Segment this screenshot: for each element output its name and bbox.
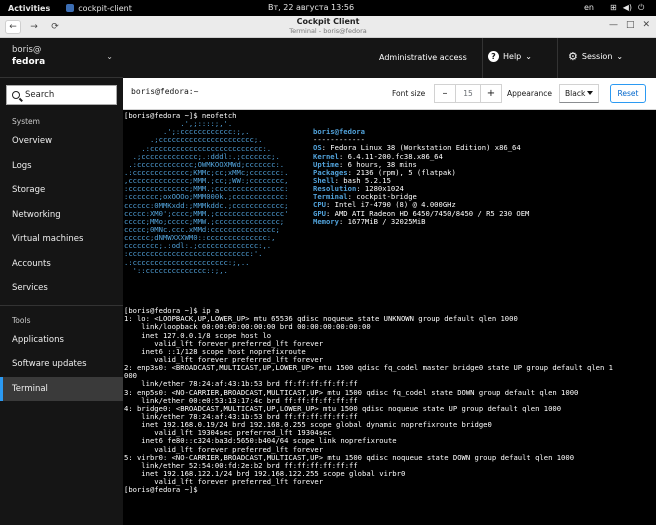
info-value: : 1677MiB / 32025MiB xyxy=(338,216,426,226)
power-icon: ⏻ xyxy=(637,3,645,12)
chevron-down-icon: ⌄ xyxy=(106,52,113,61)
appearance-select[interactable]: Black xyxy=(559,84,599,103)
font-size-decrease-button[interactable]: – xyxy=(435,85,455,102)
info-key: Memory xyxy=(313,216,339,226)
sidebar-divider xyxy=(0,304,123,306)
masthead-divider xyxy=(557,38,558,78)
font-size-value[interactable]: 15 xyxy=(455,85,481,102)
window-controls: — □ ✕ xyxy=(609,20,650,30)
window-titlebar: ← → ⟳ Cockpit Client Terminal - boris@fe… xyxy=(0,16,656,38)
clock[interactable]: Вт, 22 августа 13:56 xyxy=(268,3,354,12)
help-icon: ? xyxy=(488,51,499,62)
sidebar-item-accounts[interactable]: Accounts xyxy=(0,252,123,277)
session-menu-button[interactable]: ⚙ Session ⌄ xyxy=(568,51,623,62)
host-switcher[interactable]: boris@ fedora ⌄ xyxy=(0,38,123,78)
masthead: Administrative access ? Help ⌄ ⚙ Session… xyxy=(123,38,656,78)
minimize-icon[interactable]: — xyxy=(609,20,618,30)
window-title: Cockpit Client Terminal - boris@fedora xyxy=(0,17,656,36)
administrative-access-button[interactable]: Administrative access xyxy=(379,53,467,62)
search-icon xyxy=(12,91,20,99)
sidebar-item-terminal[interactable]: Terminal xyxy=(0,376,123,401)
sidebar-item-virtual-machines[interactable]: Virtual machines xyxy=(0,227,123,252)
app-name-label: cockpit-client xyxy=(78,3,132,13)
terminal-line: 2: enp3s0: <BROADCAST,MULTICAST,UP,LOWER… xyxy=(124,363,613,373)
sidebar-item-applications[interactable]: Applications xyxy=(0,328,123,353)
app-menu[interactable]: cockpit-client xyxy=(66,4,132,13)
appearance-value: Black xyxy=(565,89,586,98)
sidebar-item-logs[interactable]: Logs xyxy=(0,154,123,179)
sidebar-item-overview[interactable]: Overview xyxy=(0,129,123,154)
arrow-right-icon: → xyxy=(30,21,38,32)
terminal-title: boris@fedora:~ xyxy=(131,87,199,96)
appearance-label: Appearance xyxy=(507,89,553,98)
terminal-line: [boris@fedora ~]$ xyxy=(124,485,202,495)
network-icon: ⊞ xyxy=(610,3,617,12)
system-tray[interactable]: ⊞ ◀) ⏻ xyxy=(610,3,644,13)
maximize-icon[interactable]: □ xyxy=(626,20,635,30)
font-size-label: Font size xyxy=(392,89,426,98)
sidebar-item-networking[interactable]: Networking xyxy=(0,203,123,228)
arrow-left-icon: ← xyxy=(9,21,17,32)
keyboard-layout[interactable]: en xyxy=(584,3,594,12)
forward-button[interactable]: → xyxy=(26,20,42,34)
sidebar-item-storage[interactable]: Storage xyxy=(0,178,123,203)
masthead-divider xyxy=(482,38,483,78)
terminal-toolbar: boris@fedora:~ Font size – 15 + Appearan… xyxy=(123,78,656,110)
terminal-screen[interactable]: [boris@fedora ~]$ neofetch .',;::::;,'. … xyxy=(123,110,656,525)
close-icon[interactable]: ✕ xyxy=(642,20,650,30)
back-button[interactable]: ← xyxy=(5,19,21,34)
gear-icon: ⚙ xyxy=(568,50,578,63)
window-title-sub: Terminal - boris@fedora xyxy=(289,27,367,35)
ip-output: [boris@fedora ~]$ ip a 1: lo: <LOOPBACK,U… xyxy=(124,306,656,495)
search-input[interactable] xyxy=(25,90,115,100)
sidebar: boris@ fedora ⌄ System Overview Logs Sto… xyxy=(0,38,123,525)
help-label: Help xyxy=(503,52,522,61)
window-title-main: Cockpit Client xyxy=(296,17,360,26)
fedora-logo: .',;::::;,'. .';:cccccccccccc:;,. .;cccc… xyxy=(124,119,288,275)
caret-down-icon xyxy=(587,91,593,95)
font-size-stepper: – 15 + xyxy=(434,84,502,103)
info-line: Memory: 1677MiB / 32025MiB xyxy=(313,216,529,226)
search-box[interactable] xyxy=(6,85,117,105)
reload-icon: ⟳ xyxy=(51,21,59,32)
reset-button[interactable]: Reset xyxy=(610,84,646,103)
sidebar-item-services[interactable]: Services xyxy=(0,276,123,301)
terminal-line: valid_lft forever preferred_lft forever xyxy=(124,477,324,487)
sidebar-item-software-updates[interactable]: Software updates xyxy=(0,352,123,377)
font-size-increase-button[interactable]: + xyxy=(481,85,501,102)
chevron-down-icon: ⌄ xyxy=(525,52,532,61)
session-label: Session xyxy=(581,52,613,61)
help-menu-button[interactable]: ? Help ⌄ xyxy=(488,51,532,62)
section-label-tools: Tools xyxy=(12,315,31,325)
section-label-system: System xyxy=(12,117,40,126)
cockpit-app-icon xyxy=(66,4,75,12)
activities-button[interactable]: Activities xyxy=(0,4,56,13)
reload-button[interactable]: ⟳ xyxy=(47,20,63,34)
gnome-top-bar: Activities cockpit-client Вт, 22 августа… xyxy=(0,0,656,16)
logo-line: '::cccccccccccccc::;,. xyxy=(124,265,228,275)
volume-icon: ◀) xyxy=(622,3,632,12)
chevron-down-icon: ⌄ xyxy=(616,52,624,61)
neofetch-output: .',;::::;,'. .';:cccccccccccc:;,. .;cccc… xyxy=(124,119,656,307)
system-info: boris@fedora ------------ OS: Fedora Lin… xyxy=(313,127,529,226)
